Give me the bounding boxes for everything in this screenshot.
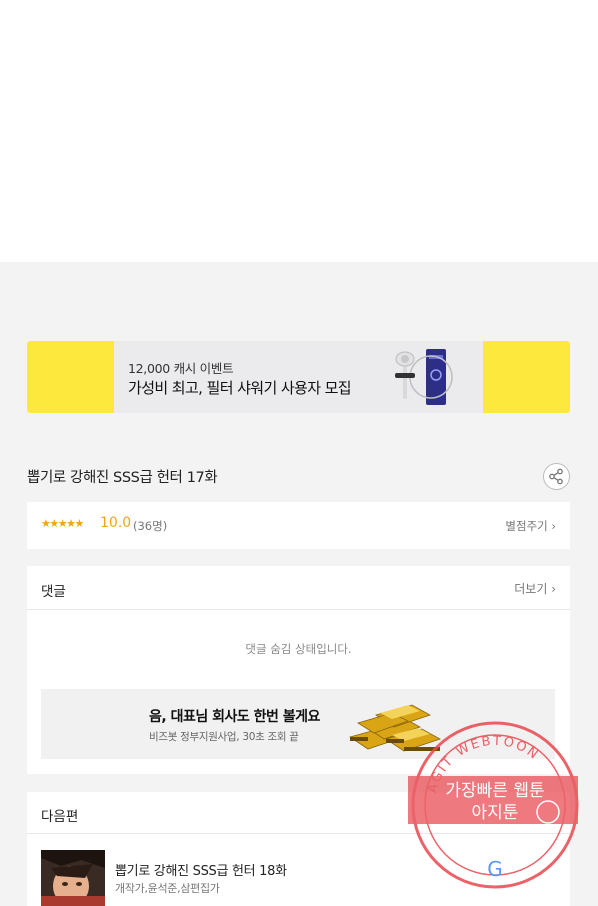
share-button[interactable] xyxy=(543,463,570,490)
rating-stars: ★★★★★ xyxy=(41,517,84,530)
share-icon xyxy=(549,468,563,485)
content-blank-area xyxy=(0,0,598,262)
rating-score: 10.0 xyxy=(100,515,132,531)
episode-title: 뽑기로 강해진 SSS급 헌터 17화 xyxy=(27,470,218,486)
banner-subtitle: 12,000 캐시 이벤트 xyxy=(128,361,234,376)
comic-thumbnail-image xyxy=(41,850,105,906)
svg-text:가장빠른 웹툰: 가장빠른 웹툰 xyxy=(445,781,544,801)
next-episode-header-title: 다음편 xyxy=(41,809,79,825)
svg-text:아지툰: 아지툰 xyxy=(472,803,519,823)
shower-filter-image xyxy=(395,349,453,405)
next-episode-title[interactable]: 뽑기로 강해진 SSS급 헌터 18화 xyxy=(115,860,287,879)
comments-hidden-message: 댓글 숨김 상태입니다. xyxy=(245,642,352,656)
svg-text:G: G xyxy=(487,857,503,881)
rating-count: (36명) xyxy=(133,519,168,533)
next-episode-thumbnail[interactable] xyxy=(41,850,105,906)
rating-card: ★★★★★ 10.0 (36명) 별점주기 › xyxy=(27,502,570,549)
ad-subtitle: 비즈봇 정부지원사업, 30초 조회 끝 xyxy=(149,731,299,743)
comment-header-title: 댓글 xyxy=(41,584,66,600)
comment-header: 댓글 더보기 › xyxy=(27,566,570,610)
rate-button[interactable]: 별점주기 › xyxy=(505,518,556,534)
event-banner[interactable]: 12,000 캐시 이벤트 가성비 최고, 필터 샤워기 사용자 모집 xyxy=(27,341,570,413)
comments-more-button[interactable]: 더보기 › xyxy=(514,580,556,597)
banner-title: 가성비 최고, 필터 샤워기 사용자 모집 xyxy=(128,379,352,397)
next-episode-authors: 개작가,윤석준,삼편집가 xyxy=(115,882,220,895)
ad-title: 음, 대표님 회사도 한번 볼게요 xyxy=(149,709,320,725)
agit-webtoon-watermark: AGIT WEBTOON 가장빠른 웹툰 아지툰 G xyxy=(408,721,579,889)
banner-content: 12,000 캐시 이벤트 가성비 최고, 필터 샤워기 사용자 모집 xyxy=(114,341,483,413)
